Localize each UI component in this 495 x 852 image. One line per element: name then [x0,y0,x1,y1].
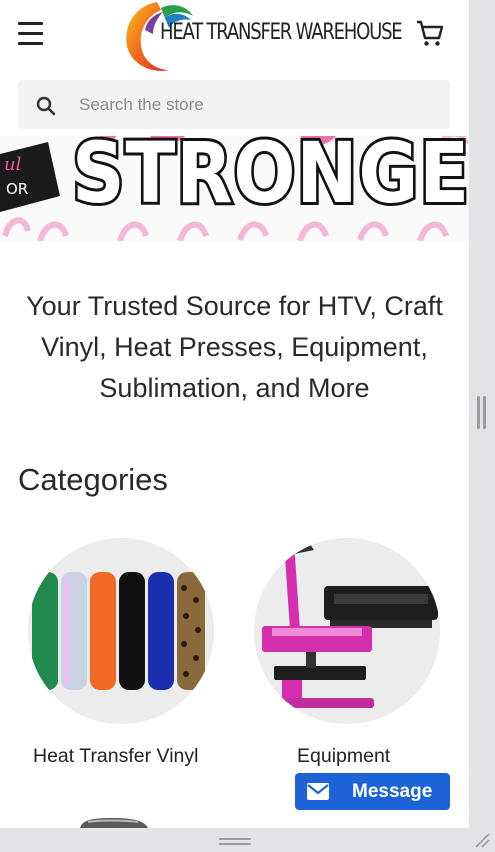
message-button[interactable]: Message [295,773,450,810]
bottom-grip-icon[interactable] [219,838,251,845]
search-bar[interactable] [18,80,450,129]
cart-icon[interactable] [414,17,446,49]
category-image-vinyl [28,538,214,724]
page-viewport: HEAT TRANSFER WAREHOUSE Search the store… [0,0,469,828]
categories-heading: Categories [18,462,168,497]
badge-text-2: OR [6,180,28,198]
message-button-label: Message [352,781,433,802]
promo-banner[interactable]: ul OR STRONGER [0,136,469,241]
category-image-equipment [254,538,440,724]
resize-handle-icon[interactable] [474,832,490,848]
search-icon[interactable] [36,96,56,116]
logo-text: HEAT TRANSFER WAREHOUSE [160,20,403,45]
hamburger-icon[interactable] [18,22,43,46]
category-label[interactable]: Equipment [297,745,390,768]
tagline-heading: Your Trusted Source for HTV, Craft Vinyl… [26,291,443,403]
badge-text-1: ul [4,154,22,175]
category-image-partial [62,812,172,828]
scrollbar-grip-icon[interactable] [477,396,486,429]
search-input[interactable] [79,90,439,120]
envelope-icon [307,783,329,800]
store-logo[interactable]: HEAT TRANSFER WAREHOUSE [121,0,403,75]
category-label[interactable]: Heat Transfer Vinyl [33,745,198,768]
banner-headline: STRONGER [69,136,469,223]
